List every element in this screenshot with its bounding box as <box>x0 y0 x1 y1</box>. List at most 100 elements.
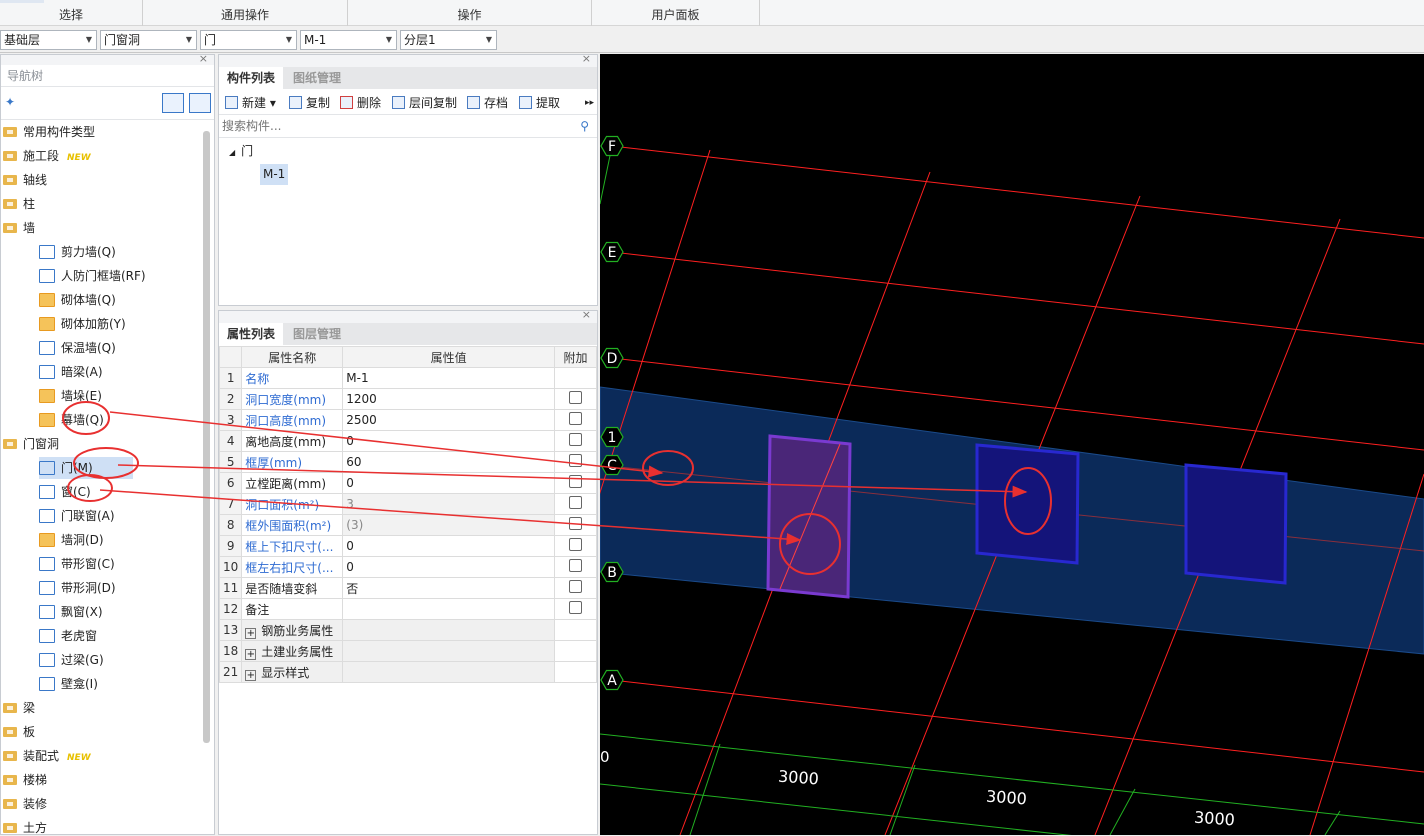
archive-button[interactable]: 存档 <box>467 91 508 115</box>
copy-between-floors-button[interactable]: 层间复制 <box>392 91 457 115</box>
nav-scrollbar[interactable] <box>203 131 210 743</box>
property-value[interactable]: 2500 <box>342 409 555 431</box>
nav-item[interactable]: 墙洞(D) <box>39 529 104 551</box>
nav-item[interactable]: 砌体墙(Q) <box>39 289 116 311</box>
property-row[interactable]: 6 立樘距离(mm) 0 <box>218 472 597 494</box>
floor-select[interactable]: 基础层 ▼ <box>0 30 97 50</box>
extra-checkbox[interactable] <box>569 517 582 530</box>
property-value[interactable]: (3) <box>342 514 555 536</box>
property-row[interactable]: 12 备注 <box>218 598 597 620</box>
extra-checkbox[interactable] <box>569 391 582 404</box>
property-value[interactable]: 0 <box>342 535 555 557</box>
extra-checkbox[interactable] <box>569 412 582 425</box>
property-value[interactable]: 0 <box>342 472 555 494</box>
tree-node-door[interactable]: ◢ 门 <box>229 141 253 161</box>
nav-item[interactable]: 常用构件类型 <box>3 121 95 143</box>
nav-item[interactable]: 剪力墙(Q) <box>39 241 116 263</box>
nav-item[interactable]: 门(M) <box>39 457 133 479</box>
property-row[interactable]: 5 框厚(mm) 60 <box>218 451 597 473</box>
more-icon[interactable]: ▸▸ <box>585 91 594 115</box>
nav-item[interactable]: 带形洞(D) <box>39 577 116 599</box>
property-value[interactable]: 1200 <box>342 388 555 410</box>
component-search[interactable]: ⚲ <box>219 116 597 138</box>
property-row[interactable]: 10 框左右扣尺寸(... 0 <box>218 556 597 578</box>
nav-item[interactable]: 保温墙(Q) <box>39 337 116 359</box>
component-search-input[interactable] <box>219 116 569 136</box>
delete-button[interactable]: 删除 <box>340 91 381 115</box>
add-icon[interactable]: ✦ <box>5 95 15 109</box>
ribbon-group-user-panel[interactable]: 用户面板 <box>592 0 760 26</box>
nav-item[interactable]: 暗梁(A) <box>39 361 103 383</box>
tab-drawing-management[interactable]: 图纸管理 <box>285 67 350 89</box>
extra-checkbox[interactable] <box>569 538 582 551</box>
property-value[interactable]: 0 <box>342 556 555 578</box>
expand-icon[interactable]: + <box>245 669 257 681</box>
property-row[interactable]: 4 离地高度(mm) 0 <box>218 430 597 452</box>
list-view-icon[interactable] <box>162 93 184 113</box>
property-group-cell[interactable]: + 钢筋业务属性 <box>241 619 344 641</box>
nav-item[interactable]: 梁 <box>3 697 35 719</box>
drawing-canvas[interactable]: F E D 1 C B A 0 3000 3000 3000 <box>600 54 1424 835</box>
property-row[interactable]: 9 框上下扣尺寸(... 0 <box>218 535 597 557</box>
copy-button[interactable]: 复制 <box>289 91 330 115</box>
property-value[interactable]: 否 <box>342 577 555 599</box>
property-group-row[interactable]: 18 + 土建业务属性 <box>218 640 597 662</box>
property-value[interactable] <box>342 598 555 620</box>
close-icon[interactable]: × <box>582 308 591 321</box>
property-value[interactable]: 60 <box>342 451 555 473</box>
extra-checkbox[interactable] <box>569 433 582 446</box>
property-group-cell[interactable]: + 土建业务属性 <box>241 640 344 662</box>
nav-item[interactable]: 过梁(G) <box>39 649 104 671</box>
type-select[interactable]: 门 ▼ <box>200 30 297 50</box>
tab-layer-management[interactable]: 图层管理 <box>285 323 350 345</box>
extra-checkbox[interactable] <box>569 601 582 614</box>
ribbon-group-general[interactable]: 通用操作 <box>143 0 348 26</box>
extra-checkbox[interactable] <box>569 559 582 572</box>
property-group-row[interactable]: 21 + 显示样式 <box>218 661 597 683</box>
ribbon-group-select[interactable]: 选择 <box>0 0 143 26</box>
nav-item[interactable]: 门联窗(A) <box>39 505 115 527</box>
category-select[interactable]: 门窗洞 ▼ <box>100 30 197 50</box>
ribbon-group-operation[interactable]: 操作 <box>348 0 592 26</box>
close-icon[interactable]: × <box>582 52 591 65</box>
expand-icon[interactable]: + <box>245 627 257 639</box>
tree-node-m1[interactable]: M-1 <box>260 164 289 185</box>
expand-icon[interactable]: + <box>245 648 257 660</box>
component-select[interactable]: M-1 ▼ <box>300 30 397 50</box>
extra-checkbox[interactable] <box>569 496 582 509</box>
extra-checkbox[interactable] <box>569 454 582 467</box>
window-2[interactable] <box>1184 463 1288 585</box>
nav-item[interactable]: 装配式 NEW <box>3 745 91 767</box>
nav-item[interactable]: 墙垛(E) <box>39 385 102 407</box>
nav-item[interactable]: 飘窗(X) <box>39 601 103 623</box>
nav-item[interactable]: 土方 <box>3 817 47 836</box>
property-row[interactable]: 1 名称 M-1 <box>218 367 597 389</box>
collapse-icon[interactable]: ◢ <box>229 148 235 157</box>
new-button[interactable]: 新建 ▾ <box>225 91 276 115</box>
layer-select[interactable]: 分层1 ▼ <box>400 30 497 50</box>
property-value[interactable]: 0 <box>342 430 555 452</box>
nav-item[interactable]: 壁龛(I) <box>39 673 98 695</box>
nav-item[interactable]: 砌体加筋(Y) <box>39 313 126 335</box>
window-1[interactable] <box>975 443 1080 565</box>
property-row[interactable]: 2 洞口宽度(mm) 1200 <box>218 388 597 410</box>
property-group-row[interactable]: 13 + 钢筋业务属性 <box>218 619 597 641</box>
search-icon[interactable]: ⚲ <box>580 119 589 133</box>
property-row[interactable]: 8 框外围面积(m²) (3) <box>218 514 597 536</box>
property-row[interactable]: 11 是否随墙变斜否 <box>218 577 597 599</box>
nav-item[interactable]: 门窗洞 <box>3 433 59 455</box>
extract-button[interactable]: 提取 <box>519 91 560 115</box>
nav-item[interactable]: 楼梯 <box>3 769 47 791</box>
nav-item[interactable]: 板 <box>3 721 35 743</box>
nav-item[interactable]: 墙 <box>3 217 35 239</box>
property-value[interactable]: M-1 <box>342 367 555 389</box>
extra-checkbox[interactable] <box>569 475 582 488</box>
nav-item[interactable]: 老虎窗 <box>39 625 97 647</box>
tab-component-list[interactable]: 构件列表 <box>219 67 284 89</box>
nav-item[interactable]: 柱 <box>3 193 35 215</box>
property-value[interactable]: 3 <box>342 493 555 515</box>
detail-view-icon[interactable] <box>189 93 211 113</box>
canvas-svg[interactable]: F E D 1 C B A 0 3000 3000 3000 <box>600 54 1424 835</box>
property-row[interactable]: 7 洞口面积(m²) 3 <box>218 493 597 515</box>
nav-item[interactable]: 人防门框墙(RF) <box>39 265 146 287</box>
